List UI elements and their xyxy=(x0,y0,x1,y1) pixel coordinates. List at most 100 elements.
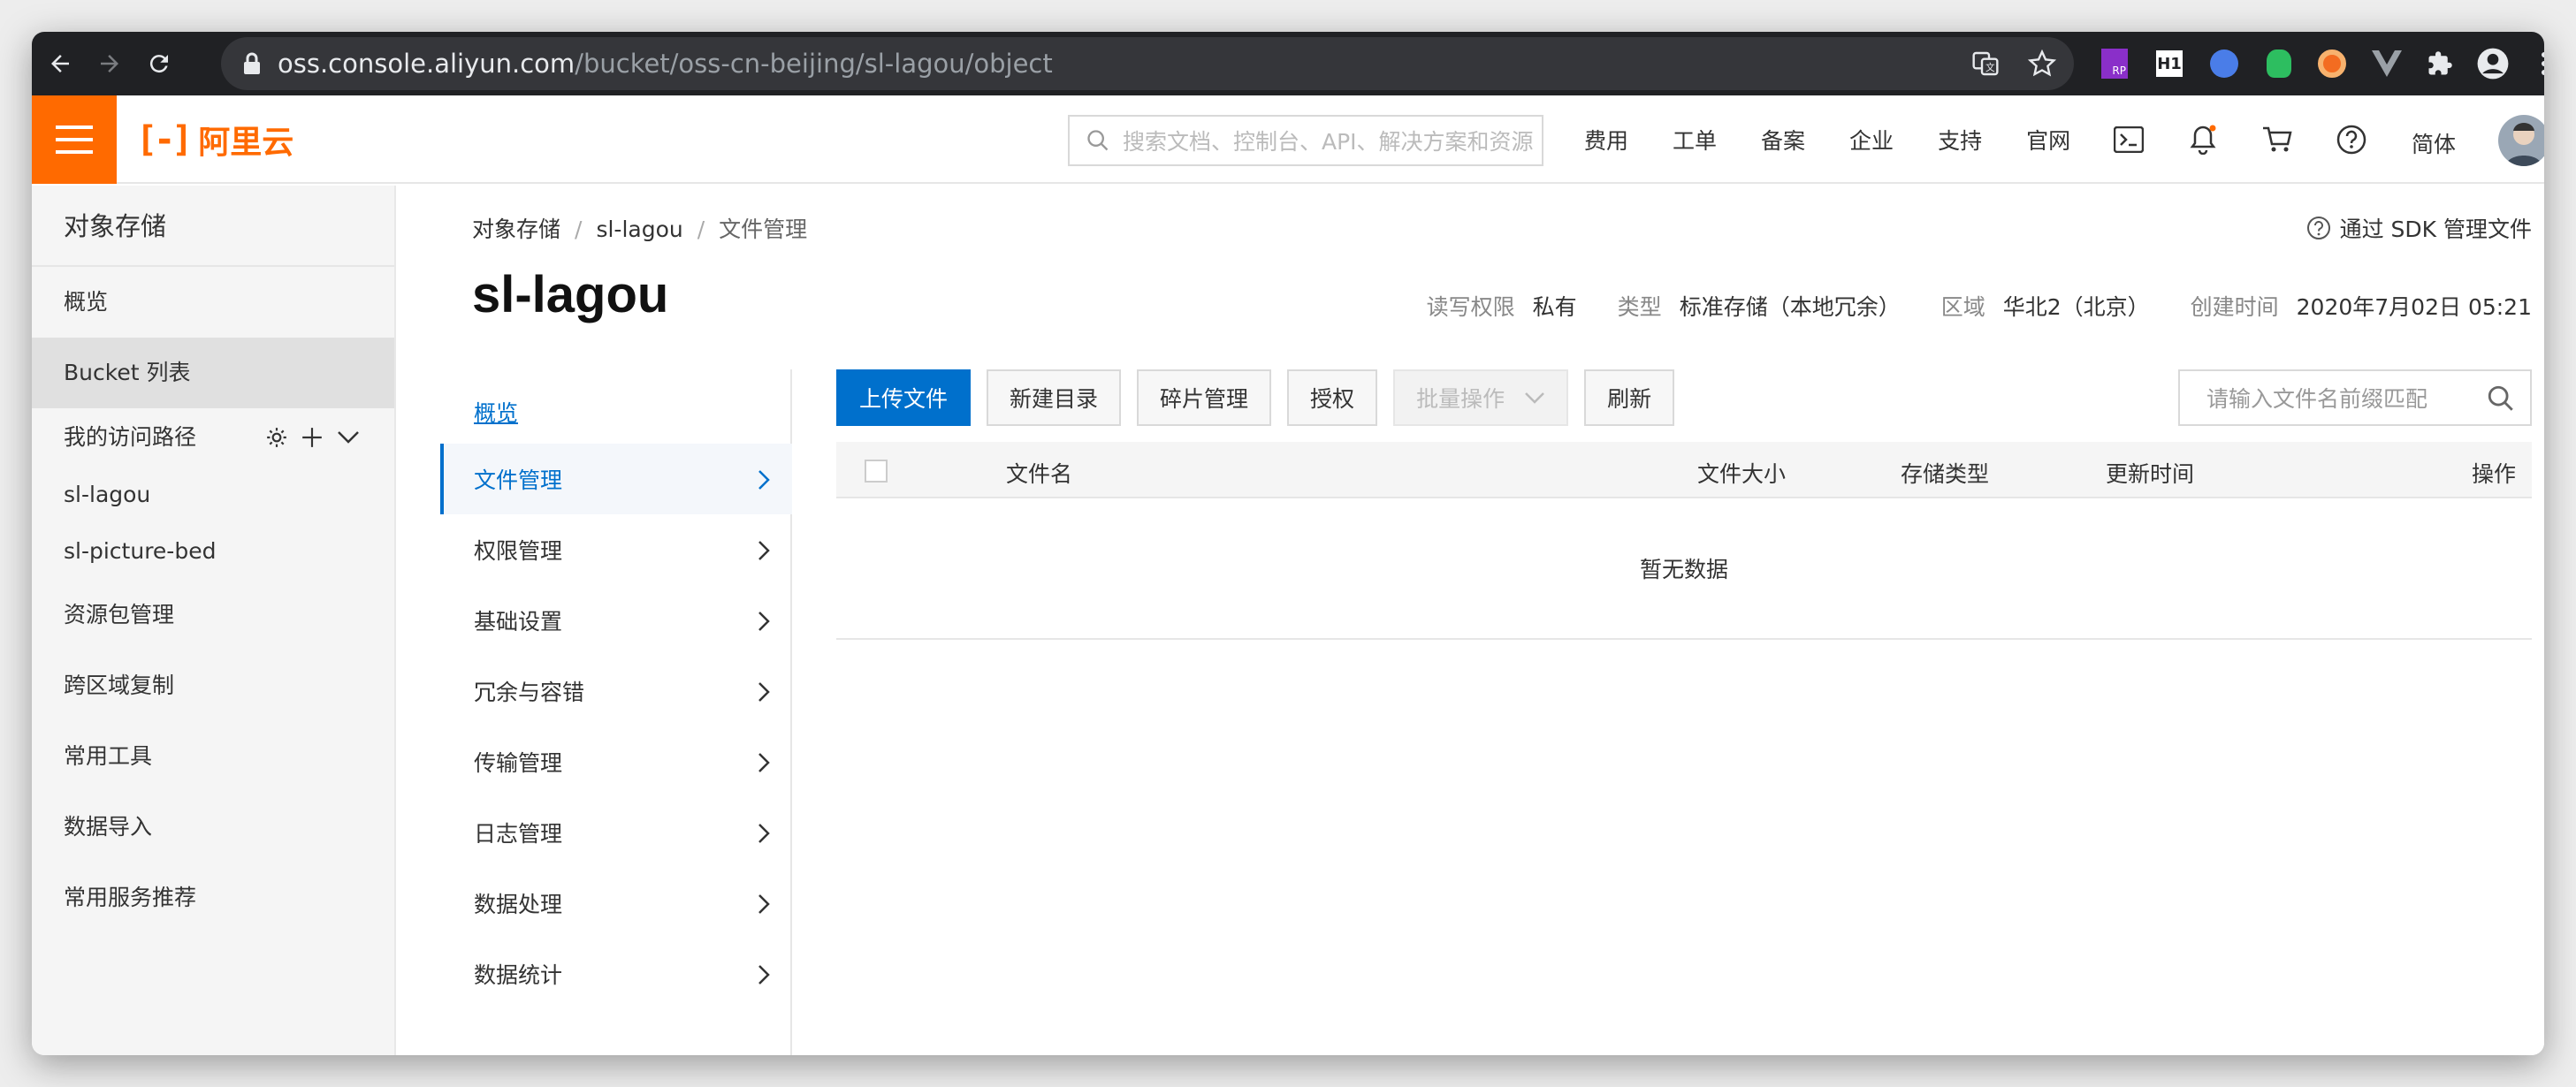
target-icon[interactable] xyxy=(2313,44,2351,83)
sidebar-paths-header: 我的访问路径 xyxy=(32,408,394,467)
subnav-permission-management[interactable]: 权限管理 xyxy=(440,514,792,585)
subnav-data-statistics[interactable]: 数据统计 xyxy=(440,939,792,1009)
sidebar-item-overview[interactable]: 概览 xyxy=(32,267,394,338)
check-icon[interactable] xyxy=(2205,44,2244,83)
puzzle-icon[interactable] xyxy=(2420,44,2459,83)
nav-fees[interactable]: 费用 xyxy=(1584,124,1628,156)
sidebar-item-cross-region-replication[interactable]: 跨区域复制 xyxy=(32,650,394,721)
chevron-down-icon[interactable] xyxy=(336,428,361,447)
address-bar[interactable]: oss.console.aliyun.com/bucket/oss-cn-bei… xyxy=(221,37,2074,90)
subnav-label: 权限管理 xyxy=(474,538,563,564)
terminal-icon[interactable] xyxy=(2111,122,2146,157)
col-updated-time: 更新时间 xyxy=(2106,461,2195,487)
sidebar-path-sl-lagou[interactable]: sl-lagou xyxy=(32,467,394,523)
subnav-transfer-management[interactable]: 传输管理 xyxy=(440,726,792,797)
type-value: 标准存储（本地冗余） xyxy=(1679,294,1901,320)
sidebar: 对象存储 概览 Bucket 列表 我的访问路径 sl-lagou sl-pic… xyxy=(32,186,396,1055)
evernote-icon[interactable] xyxy=(2260,44,2298,83)
browser-toolbar: oss.console.aliyun.com/bucket/oss-cn-bei… xyxy=(32,32,2544,95)
refresh-button[interactable]: 刷新 xyxy=(1584,369,1675,426)
breadcrumb-oss[interactable]: 对象存储 xyxy=(472,217,560,242)
bookmark-star-icon[interactable] xyxy=(2028,49,2056,78)
subnav-redundancy-fault-tolerance[interactable]: 冗余与容错 xyxy=(440,656,792,726)
acl-label: 读写权限 xyxy=(1426,294,1515,320)
sdk-link-text: 通过 SDK 管理文件 xyxy=(2339,217,2532,242)
chevron-right-icon xyxy=(758,894,770,914)
subnav-file-management[interactable]: 文件管理 xyxy=(440,444,792,514)
chevron-right-icon xyxy=(758,470,770,490)
nav-support[interactable]: 支持 xyxy=(1938,124,1982,156)
search-icon[interactable] xyxy=(2486,384,2516,414)
page-title: sl-lagou xyxy=(472,266,669,323)
subnav-label: 日志管理 xyxy=(474,821,563,847)
fragment-management-button[interactable]: 碎片管理 xyxy=(1137,369,1272,426)
lock-icon xyxy=(244,52,260,74)
upload-file-button[interactable]: 上传文件 xyxy=(836,369,972,426)
col-actions: 操作 xyxy=(2471,461,2516,487)
forward-button[interactable] xyxy=(88,42,131,85)
subnav-overview[interactable]: 概览 xyxy=(474,396,518,428)
avatar[interactable] xyxy=(2498,115,2544,166)
sdk-help-link[interactable]: 通过 SDK 管理文件 xyxy=(2306,212,2532,244)
main-content: 对象存储 / sl-lagou / 文件管理 通过 SDK 管理文件 sl-lagou … xyxy=(396,186,2544,1055)
chevron-right-icon xyxy=(758,612,770,631)
file-table: 文件名 文件大小 存储类型 更新时间 操作 暂无数据 xyxy=(836,442,2532,640)
file-toolbar: 上传文件 新建目录 碎片管理 授权 批量操作 刷新 xyxy=(836,369,1675,426)
subnav-data-processing[interactable]: 数据处理 xyxy=(440,868,792,939)
table-header: 文件名 文件大小 存储类型 更新时间 操作 xyxy=(836,442,2532,498)
aliyun-logo[interactable]: [-] 阿里云 xyxy=(136,119,293,161)
rp-icon[interactable]: RP xyxy=(2095,44,2134,83)
region-value: 华北2（北京） xyxy=(2002,294,2150,320)
subnav-label: 数据处理 xyxy=(474,892,563,917)
acl-value: 私有 xyxy=(1532,294,1577,320)
subnav-label: 基础设置 xyxy=(474,609,563,635)
profile-icon[interactable] xyxy=(2473,44,2512,83)
breadcrumb-bucket[interactable]: sl-lagou xyxy=(596,217,682,242)
authorize-button[interactable]: 授权 xyxy=(1287,369,1378,426)
bell-icon[interactable] xyxy=(2185,122,2221,157)
reload-button[interactable] xyxy=(138,42,180,85)
subnav-label: 文件管理 xyxy=(474,467,563,493)
help-icon[interactable] xyxy=(2334,122,2369,157)
chevron-down-icon xyxy=(1525,392,1544,404)
menu-dots-icon[interactable] xyxy=(2525,44,2544,83)
back-button[interactable] xyxy=(39,42,81,85)
nav-official-site[interactable]: 官网 xyxy=(2026,124,2070,156)
file-search-placeholder: 请输入文件名前缀匹配 xyxy=(2206,386,2428,412)
select-all-checkbox[interactable] xyxy=(865,460,888,483)
nav-enterprise[interactable]: 企业 xyxy=(1849,124,1894,156)
sidebar-item-resource-packages[interactable]: 资源包管理 xyxy=(32,580,394,650)
language-switch[interactable]: 简体 xyxy=(2412,127,2456,159)
sidebar-item-data-import[interactable]: 数据导入 xyxy=(32,792,394,863)
search-icon xyxy=(1087,130,1109,151)
new-directory-button[interactable]: 新建目录 xyxy=(987,369,1122,426)
cart-icon[interactable] xyxy=(2260,122,2295,157)
browser-window: oss.console.aliyun.com/bucket/oss-cn-bei… xyxy=(32,32,2544,1055)
file-search-input[interactable]: 请输入文件名前缀匹配 xyxy=(2178,369,2532,426)
nav-icp[interactable]: 备案 xyxy=(1761,124,1805,156)
url-text: oss.console.aliyun.com/bucket/oss-cn-bei… xyxy=(278,49,1053,79)
sidebar-path-sl-picture-bed[interactable]: sl-picture-bed xyxy=(32,523,394,580)
translate-icon[interactable]: 文 xyxy=(1971,49,2000,78)
subnav-label: 传输管理 xyxy=(474,750,563,776)
subnav-basic-settings[interactable]: 基础设置 xyxy=(440,585,792,656)
add-path-icon[interactable] xyxy=(301,426,324,449)
sidebar-item-common-tools[interactable]: 常用工具 xyxy=(32,721,394,792)
sidebar-item-bucket-list[interactable]: Bucket 列表 xyxy=(32,338,394,408)
settings-gear-icon[interactable] xyxy=(265,426,288,449)
svg-text:文: 文 xyxy=(1985,62,1995,73)
breadcrumb-current: 文件管理 xyxy=(719,217,808,242)
menu-button[interactable] xyxy=(32,95,117,184)
batch-operations-button[interactable]: 批量操作 xyxy=(1393,369,1569,426)
global-search-input[interactable]: 搜索文档、控制台、API、解决方案和资源 xyxy=(1068,115,1543,166)
col-file-name: 文件名 xyxy=(1006,461,1073,487)
h1-icon[interactable]: H1 xyxy=(2150,44,2189,83)
subnav-log-management[interactable]: 日志管理 xyxy=(440,797,792,868)
empty-state: 暂无数据 xyxy=(836,498,2532,640)
console-topbar: [-] 阿里云 搜索文档、控制台、API、解决方案和资源 费用 工单 备案 企业… xyxy=(32,95,2544,184)
created-label: 创建时间 xyxy=(2190,294,2279,320)
nav-tickets[interactable]: 工单 xyxy=(1673,124,1717,156)
vue-icon[interactable] xyxy=(2367,44,2406,83)
chevron-right-icon xyxy=(758,753,770,772)
sidebar-item-recommended-services[interactable]: 常用服务推荐 xyxy=(32,863,394,933)
